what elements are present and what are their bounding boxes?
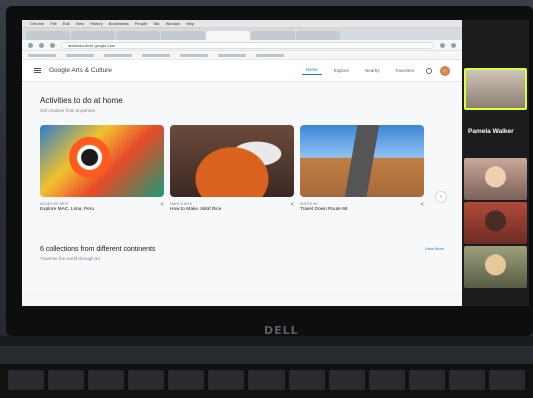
card-kicker: Route 66 <box>300 202 318 206</box>
mac-menu-item[interactable]: Tab <box>153 21 159 26</box>
browser-tab[interactable] <box>116 31 160 40</box>
back-icon[interactable] <box>28 42 33 48</box>
key <box>288 370 325 390</box>
hamburger-menu-icon[interactable] <box>34 68 41 73</box>
card-image-rice[interactable] <box>170 125 294 197</box>
key <box>48 370 85 390</box>
key <box>208 370 245 390</box>
collections-subtitle: Traverse the world through art <box>40 256 101 261</box>
mac-menu-item[interactable]: History <box>90 21 102 26</box>
activity-card[interactable]: Museo de Arte Explore MAC, Lima, Peru < <box>40 125 164 212</box>
site-header: Google Arts & Culture Home Explore Nearb… <box>22 60 462 82</box>
mac-menu-item[interactable]: File <box>50 21 56 26</box>
card-image-painting[interactable] <box>40 125 164 197</box>
zoom-participant-video[interactable] <box>464 202 527 244</box>
bookmark[interactable] <box>28 53 56 57</box>
section-title: Activities to do at home <box>40 96 123 105</box>
card-image-road[interactable] <box>300 125 424 197</box>
card-title[interactable]: Explore MAC, Lima, Peru <box>40 207 94 212</box>
zoom-host-name: Pamela Walker <box>468 128 514 135</box>
zoom-participant-video[interactable] <box>464 158 527 200</box>
laptop-hinge <box>0 336 533 346</box>
key <box>248 370 285 390</box>
mac-menu-bar: Chrome File Edit View History Bookmarks … <box>22 20 462 28</box>
browser-tab-active[interactable] <box>206 31 250 40</box>
share-icon[interactable]: < <box>160 202 164 208</box>
mac-menu-item[interactable]: Help <box>186 21 194 26</box>
share-icon[interactable]: < <box>420 202 424 208</box>
share-icon[interactable]: < <box>290 202 294 208</box>
main-content: Activities to do at home Get creative fr… <box>22 82 462 292</box>
nav-tab-home[interactable]: Home <box>301 67 322 75</box>
avatar[interactable] <box>440 65 450 76</box>
mac-menu-item[interactable]: Bookmarks <box>109 21 129 26</box>
card-kicker: Make a dish <box>170 202 193 206</box>
bookmarks-bar <box>22 51 462 60</box>
key <box>408 370 445 390</box>
search-icon[interactable] <box>426 67 432 74</box>
browser-tab[interactable] <box>251 31 295 40</box>
collections-title: 6 collections from different continents <box>40 246 156 253</box>
nav-tab-favorites[interactable]: Favorites <box>391 68 418 73</box>
card-title[interactable]: Travel Down Route 66 <box>300 207 348 212</box>
browser-tab[interactable] <box>296 31 340 40</box>
keyboard-row <box>0 364 533 398</box>
card-kicker: Museo de Arte <box>40 202 69 206</box>
zoom-self-video[interactable] <box>464 68 527 110</box>
mac-menu-item[interactable]: View <box>76 21 85 26</box>
profile-icon[interactable] <box>451 42 456 48</box>
mac-menu-item[interactable]: Edit <box>63 21 70 26</box>
view-more-link[interactable]: View More <box>425 246 444 261</box>
browser-tab[interactable] <box>71 31 115 40</box>
chevron-right-icon[interactable]: › <box>436 192 446 202</box>
key <box>488 370 526 390</box>
mac-menu-item[interactable]: People <box>135 21 147 26</box>
key <box>368 370 405 390</box>
key <box>168 370 205 390</box>
reload-icon[interactable] <box>50 42 55 48</box>
nav-tab-nearby[interactable]: Nearby <box>361 68 384 73</box>
bookmark[interactable] <box>142 53 170 57</box>
section-subtitle: Get creative from anywhere <box>40 108 96 113</box>
collections-section: 6 collections from different continents … <box>40 246 444 261</box>
zoom-gallery: Pamela Walker <box>462 20 529 306</box>
activity-cards: Museo de Arte Explore MAC, Lima, Peru < … <box>40 125 444 212</box>
bookmark[interactable] <box>104 53 132 57</box>
address-bar[interactable]: artsandculture.google.com <box>61 41 434 49</box>
mac-menu-item[interactable]: Window <box>166 21 180 26</box>
mac-menu-item[interactable]: Chrome <box>30 21 44 26</box>
key <box>88 370 125 390</box>
activity-card[interactable]: Route 66 Travel Down Route 66 < <box>300 125 424 212</box>
key <box>448 370 485 390</box>
forward-icon[interactable] <box>39 42 44 48</box>
card-title[interactable]: How to Make Jollof Rice <box>170 207 221 212</box>
key <box>8 370 45 390</box>
activity-card[interactable]: Make a dish How to Make Jollof Rice < <box>170 125 294 212</box>
key <box>328 370 365 390</box>
dell-logo: DELL <box>264 324 299 337</box>
nav-tab-explore[interactable]: Explore <box>330 68 353 73</box>
bookmark[interactable] <box>66 53 94 57</box>
bookmark[interactable] <box>256 53 284 57</box>
extension-icon[interactable] <box>440 42 445 48</box>
browser-tab[interactable] <box>26 31 70 40</box>
key <box>128 370 165 390</box>
bookmark[interactable] <box>180 53 208 57</box>
browser-window: Chrome File Edit View History Bookmarks … <box>22 20 462 306</box>
zoom-participant-video[interactable] <box>464 246 527 288</box>
site-title[interactable]: Google Arts & Culture <box>49 67 112 74</box>
tab-strip <box>22 28 462 40</box>
laptop-photo: Chrome File Edit View History Bookmarks … <box>0 0 533 398</box>
bookmark[interactable] <box>218 53 246 57</box>
browser-tab[interactable] <box>161 31 205 40</box>
address-row: artsandculture.google.com <box>22 40 462 51</box>
